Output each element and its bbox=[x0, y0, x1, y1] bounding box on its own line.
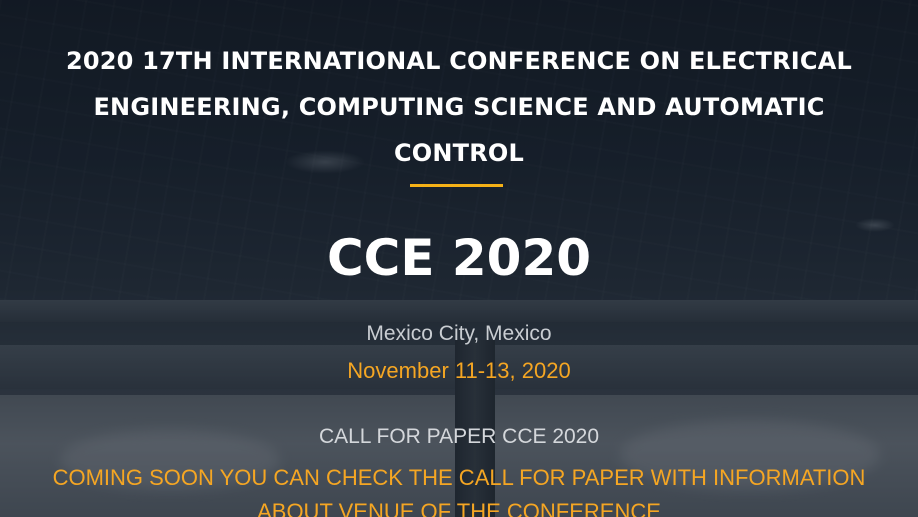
hero-content: 2020 17TH INTERNATIONAL CONFERENCE ON EL… bbox=[0, 0, 918, 517]
conference-acronym: CCE 2020 bbox=[326, 229, 592, 287]
conference-dates: November 11-13, 2020 bbox=[347, 358, 571, 383]
call-for-paper-heading: CALL FOR PAPER CCE 2020 bbox=[318, 425, 600, 448]
call-for-paper-link[interactable]: COMING SOON YOU CAN CHECK THE CALL FOR P… bbox=[30, 461, 888, 517]
conference-location: Mexico City, Mexico bbox=[366, 322, 552, 345]
title-divider bbox=[410, 184, 503, 187]
conference-title: 2020 17TH INTERNATIONAL CONFERENCE ON EL… bbox=[65, 47, 853, 167]
